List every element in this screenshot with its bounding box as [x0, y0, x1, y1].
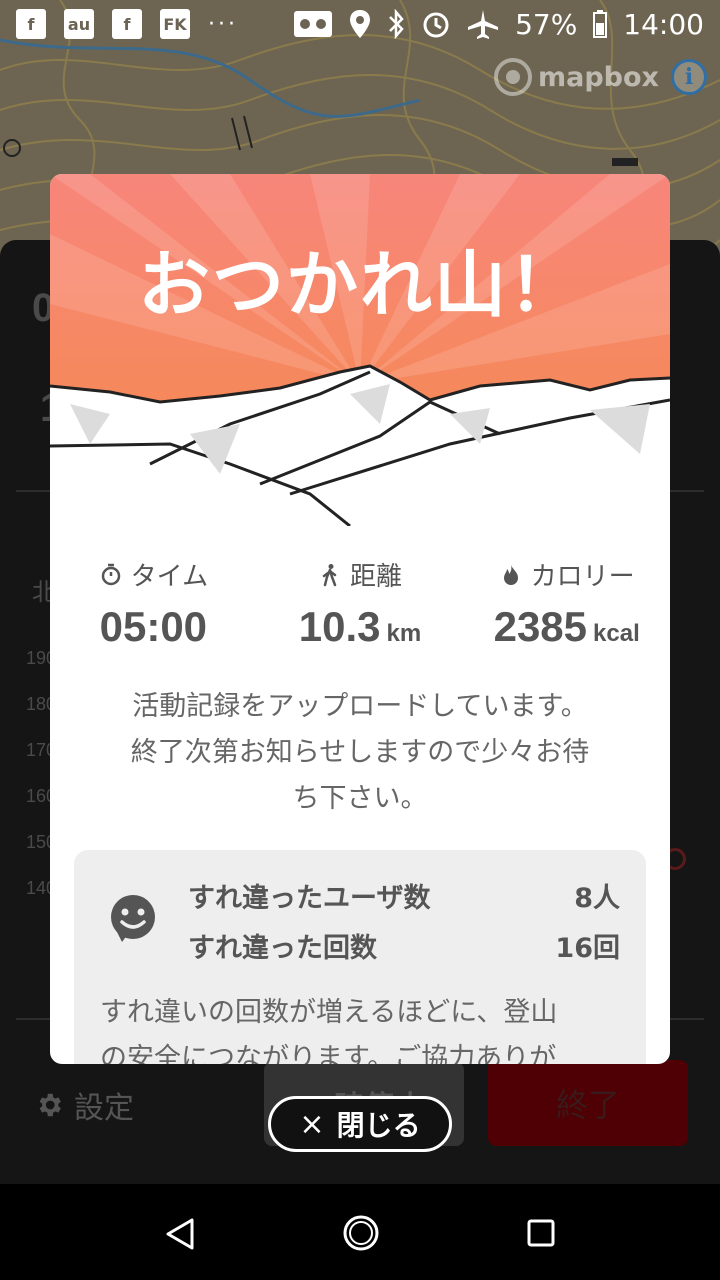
- message-line: ち下さい。: [292, 783, 428, 814]
- stat-distance: 距離 10.3 km: [257, 556, 464, 651]
- stat-calories: カロリー 2385 kcal: [463, 556, 670, 651]
- alarm-icon: [423, 12, 449, 38]
- stat-label: カロリー: [530, 562, 635, 592]
- close-icon: ×: [299, 1106, 325, 1142]
- fk-icon: FK: [160, 9, 190, 39]
- airplane-mode-icon: [468, 10, 499, 39]
- close-label: 閉じる: [336, 1109, 421, 1142]
- mapbox-mark-icon: [494, 58, 532, 96]
- encounter-count-label: すれ違った回数: [188, 933, 377, 964]
- battery-percent: 57%: [515, 7, 578, 41]
- stat-value: 10.3: [298, 603, 381, 650]
- encounter-info-box: すれ違ったユーザ数 8人 すれ違った回数 16回 すれ違いの回数が増えるほどに、…: [74, 850, 646, 1064]
- stat-label: 距離: [350, 562, 403, 592]
- mapbox-logo: mapbox: [494, 56, 664, 98]
- encounter-count-row: すれ違った回数 16回: [188, 926, 620, 965]
- battery-icon: [593, 10, 608, 38]
- clock-time: 14:00: [623, 7, 704, 41]
- flame-icon: [503, 564, 518, 585]
- message-line: 活動記録をアップロードしています。: [132, 691, 588, 722]
- more-notifications-icon: ···: [208, 11, 238, 37]
- stat-value: 2385: [493, 603, 588, 650]
- upload-message: 活動記録をアップロードしています。 終了次第お知らせしますので少々お待 ち下さい…: [90, 684, 630, 822]
- hero-banner: おつかれ山！: [50, 174, 670, 526]
- au-icon: au: [64, 9, 94, 39]
- recent-apps-icon[interactable]: [526, 1218, 556, 1248]
- encounter-count-value: 16回: [555, 933, 620, 964]
- back-icon[interactable]: [162, 1216, 198, 1252]
- location-icon: [350, 10, 371, 38]
- stat-time: タイム 05:00: [50, 556, 257, 651]
- stat-label: タイム: [130, 562, 209, 592]
- note-line: すれ違いの回数が増えるほどに、登山: [100, 997, 558, 1028]
- settings-label: 設定: [74, 1091, 134, 1126]
- stat-value: 05:00: [99, 603, 208, 650]
- encounter-users-value: 8人: [574, 883, 620, 914]
- close-button[interactable]: × 閉じる: [268, 1096, 452, 1152]
- message-line: 終了次第お知らせしますので少々お待: [130, 737, 590, 768]
- encounter-users-label: すれ違ったユーザ数: [188, 883, 431, 914]
- bluetooth-icon: [389, 9, 404, 39]
- end-button[interactable]: 終了: [488, 1060, 688, 1146]
- navigation-bar: [0, 1184, 720, 1280]
- encounter-users-row: すれ違ったユーザ数 8人: [188, 876, 620, 915]
- hiker-icon: [322, 563, 337, 586]
- activity-stats: タイム 05:00 距離 10.3 km カロリー 2385 kcal: [50, 556, 670, 651]
- map-info-button[interactable]: i: [671, 59, 707, 95]
- status-bar: f au f FK ··· 57% 14:00: [0, 0, 720, 48]
- summary-dialog: おつかれ山！ タイム 05:00 距離 10.3 km カロリー 2385 kc…: [50, 174, 670, 1064]
- smiley-chat-icon: [111, 895, 155, 942]
- note-line: の安全につながります。ご協力ありが: [100, 1043, 557, 1064]
- mapbox-wordmark: mapbox: [538, 61, 659, 93]
- stat-unit: kcal: [593, 620, 640, 647]
- gear-icon: [39, 1093, 61, 1117]
- dialog-title: おつかれ山！: [137, 243, 582, 327]
- settings-button[interactable]: 設定: [34, 1083, 134, 1127]
- encounter-note: すれ違いの回数が増えるほどに、登山 の安全につながります。ご協力ありが: [100, 990, 630, 1064]
- home-icon[interactable]: [342, 1214, 380, 1252]
- stopwatch-icon: [101, 563, 120, 585]
- facebook-icon: f: [112, 9, 142, 39]
- stat-unit: km: [386, 620, 422, 647]
- facebook-icon: f: [16, 9, 46, 39]
- voicemail-icon: [294, 11, 333, 37]
